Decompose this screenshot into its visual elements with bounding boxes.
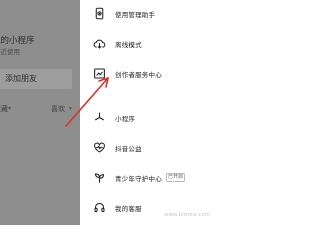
headset-icon (92, 200, 107, 215)
left-panel-dimmed[interactable]: 我的小程序 最近使用 添加朋友 收藏 ▾ 喜欢 ▾ (0, 0, 80, 225)
tab-likes[interactable]: 喜欢 (51, 104, 65, 114)
menu-item-youth-protection[interactable]: 青少年守护中心 已开启 (80, 167, 225, 189)
status-badge: 已开启 (166, 173, 186, 182)
mini-program-title: 我的小程序 (0, 36, 35, 46)
add-friend-label: 添加朋友 (5, 74, 37, 83)
menu-item-label: 青少年守护中心 (115, 175, 162, 183)
tab-favorites[interactable]: 收藏 (0, 104, 8, 114)
asterisk-icon (92, 110, 107, 125)
cloud-download-icon (92, 36, 107, 51)
heart-pulse-icon (92, 140, 107, 155)
menu-item-label: 抖音公益 (115, 145, 142, 153)
chart-line-icon (92, 66, 107, 81)
menu-item-label: 离线模式 (115, 41, 142, 49)
likes-chevron-icon: ▾ (69, 105, 73, 112)
menu-item-offline-mode[interactable]: 离线模式 (80, 33, 225, 55)
menu-item-label: 使用管理助手 (115, 11, 156, 19)
add-friend-button[interactable]: 添加朋友 (0, 69, 72, 89)
favorites-chevron-icon: ▾ (8, 105, 12, 112)
sprout-icon (92, 170, 107, 185)
menu-item-label: 小程序 (115, 115, 136, 123)
menu-item-creator-center[interactable]: 创作者服务中心 (80, 63, 225, 85)
phone-clock-icon (92, 6, 107, 21)
menu-item-usage-assistant[interactable]: 使用管理助手 (80, 3, 225, 25)
menu-item-label: 创作者服务中心 (115, 71, 162, 79)
watermark: www.bimeiz.com (164, 212, 211, 218)
menu-item-label: 我的客服 (115, 205, 142, 213)
menu-item-charity[interactable]: 抖音公益 (80, 137, 225, 159)
recent-used-label: 最近使用 (0, 48, 20, 56)
menu-item-mini-program[interactable]: 小程序 (80, 107, 225, 129)
settings-menu: 使用管理助手 离线模式 创作者服务中心 小程序 抖音公益 青少年守护中心 已开启… (80, 0, 225, 225)
